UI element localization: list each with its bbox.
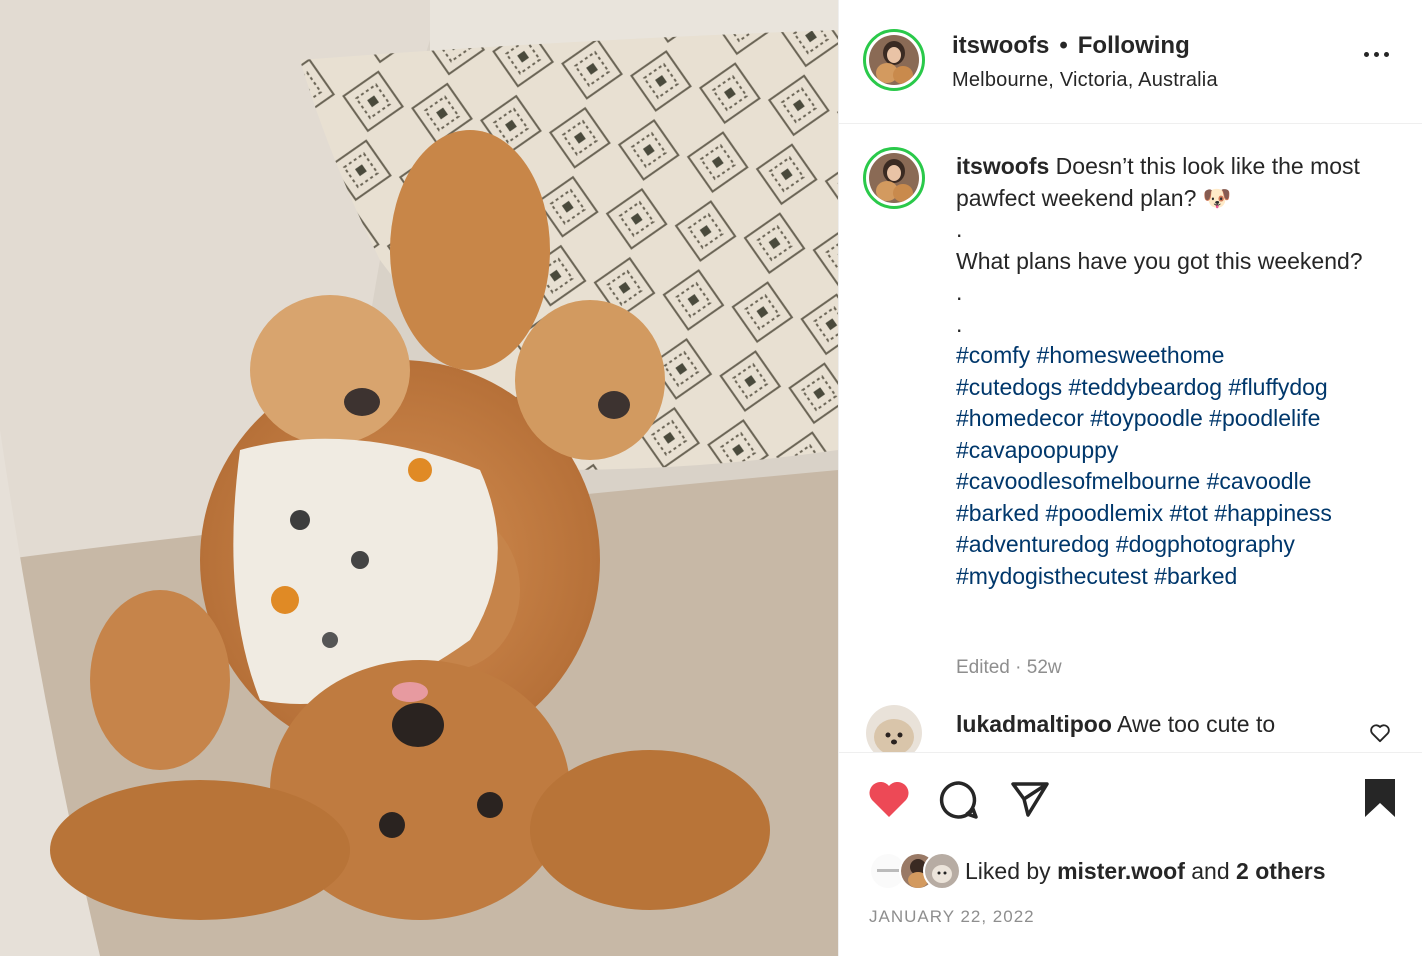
post-side-panel: itswoofs • Following Melbourne, Victoria, … bbox=[838, 0, 1422, 956]
liked-by-user-link[interactable]: mister.woof bbox=[1057, 858, 1185, 884]
liker-avatar bbox=[923, 852, 961, 890]
liked-others-link[interactable]: 2 others bbox=[1236, 858, 1325, 884]
comments-section[interactable]: itswoofs Doesn’t this look like the most… bbox=[839, 125, 1422, 752]
heart-filled-icon[interactable] bbox=[867, 779, 911, 824]
caption-question: What plans have you got this weekend? bbox=[956, 247, 1363, 274]
post-date[interactable]: JANUARY 22, 2022 bbox=[869, 907, 1035, 927]
dog-photo-illustration bbox=[0, 0, 838, 956]
caption-dot: . bbox=[956, 279, 963, 305]
hashtag-line[interactable]: #cutedogs #teddybeardog #fluffydog bbox=[956, 372, 1396, 404]
action-bar: Liked by mister.woof and 2 others JANUAR… bbox=[839, 752, 1422, 956]
following-button[interactable]: Following bbox=[1078, 32, 1190, 59]
caption-text: itswoofs Doesn’t this look like the most… bbox=[956, 151, 1396, 592]
liker-avatars[interactable] bbox=[869, 852, 965, 890]
hashtag-line[interactable]: #homedecor #toypoodle #poodlelife bbox=[956, 403, 1396, 435]
hashtag-line[interactable]: #mydogisthecutest #barked bbox=[956, 561, 1396, 593]
header-separator: • bbox=[1059, 32, 1068, 59]
hashtag-line[interactable]: #cavapoopuppy bbox=[956, 435, 1396, 467]
likes-prefix: Liked by bbox=[965, 857, 1058, 884]
more-horizontal-icon[interactable] bbox=[1364, 52, 1389, 57]
comment-body: Awe too cute to bbox=[1117, 711, 1276, 737]
comment-avatar[interactable] bbox=[866, 705, 922, 752]
caption-dot: . bbox=[956, 310, 963, 337]
caption-username[interactable]: itswoofs bbox=[956, 153, 1049, 179]
hashtag-line[interactable]: #comfy #homesweethome bbox=[956, 340, 1396, 372]
header-story-ring[interactable] bbox=[863, 29, 925, 91]
comment-text: lukadmaltipoo Awe too cute to bbox=[956, 711, 1275, 738]
hashtag-line[interactable]: #adventuredog #dogphotography bbox=[956, 529, 1396, 561]
likes-text: Liked by mister.woof and 2 others bbox=[965, 858, 1326, 885]
caption-meta: Edited · 52w bbox=[956, 657, 1062, 678]
caption-story-ring[interactable] bbox=[863, 147, 925, 209]
post-header: itswoofs • Following Melbourne, Victoria, … bbox=[839, 0, 1422, 124]
caption-avatar bbox=[869, 153, 919, 203]
comment-heart-icon[interactable] bbox=[1369, 723, 1391, 748]
likes-and: and bbox=[1184, 857, 1237, 884]
hashtag-line[interactable]: #barked #poodlemix #tot #happiness bbox=[956, 498, 1396, 530]
share-icon[interactable] bbox=[1009, 779, 1051, 824]
bookmark-filled-icon[interactable] bbox=[1363, 777, 1397, 824]
instagram-post: itswoofs • Following Melbourne, Victoria, … bbox=[0, 0, 1422, 956]
caption-dot: . bbox=[956, 216, 963, 242]
comment-icon[interactable] bbox=[938, 779, 980, 826]
comment-username[interactable]: lukadmaltipoo bbox=[956, 711, 1112, 737]
header-avatar bbox=[869, 35, 919, 85]
hashtag-line[interactable]: #cavoodlesofmelbourne #cavoodle bbox=[956, 466, 1396, 498]
post-location[interactable]: Melbourne, Victoria, Australia bbox=[952, 69, 1218, 92]
likes-row: Liked by mister.woof and 2 others bbox=[869, 851, 1326, 891]
comment-item: lukadmaltipoo Awe too cute to bbox=[863, 705, 1403, 752]
post-photo[interactable] bbox=[0, 0, 838, 956]
header-username[interactable]: itswoofs bbox=[952, 32, 1049, 59]
header-user-line: itswoofs • Following bbox=[952, 32, 1190, 60]
